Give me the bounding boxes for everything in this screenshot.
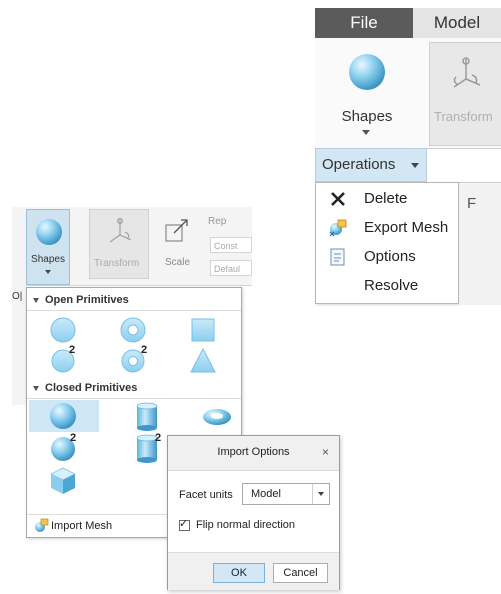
transform-button[interactable]: Transform <box>429 42 501 146</box>
collapse-triangle-icon <box>33 385 39 391</box>
badge: 2 <box>70 432 77 444</box>
divider <box>27 310 241 311</box>
disc-icon <box>51 349 75 373</box>
shapes-label: Shapes <box>341 108 393 125</box>
cancel-button[interactable]: Cancel <box>273 563 328 583</box>
sphere-icon <box>50 403 76 429</box>
ribbon-side-strip: F <box>459 182 501 305</box>
left-edge-strip: O| <box>12 285 26 405</box>
ok-button[interactable]: OK <box>213 563 265 583</box>
operations-label: Operations <box>322 156 396 173</box>
transform-label: Transform <box>434 109 493 124</box>
operations-menu: Delete Export Mesh Options Resolve <box>315 182 459 304</box>
sphere-icon <box>36 219 62 245</box>
shapes-button[interactable]: Shapes <box>317 42 417 146</box>
divider <box>27 398 241 399</box>
checkmark-icon: ✓ <box>179 518 189 530</box>
square-plane-icon <box>191 318 215 342</box>
transform-icon <box>453 57 481 88</box>
tab-model[interactable]: Model <box>413 8 501 38</box>
import-options-dialog: Import Options × Facet units Model ✓ Fli… <box>167 435 340 590</box>
gallery-item-ring[interactable] <box>113 314 153 346</box>
side-strip-label: F <box>467 195 477 212</box>
chevron-down-icon <box>362 130 370 135</box>
sphere-icon <box>51 437 75 461</box>
flip-normal-label[interactable]: Flip normal direction <box>196 519 295 531</box>
constraint-field[interactable]: Const <box>210 237 252 253</box>
operations-dropdown[interactable]: Operations <box>315 148 427 182</box>
import-mesh-icon <box>35 518 49 532</box>
gallery-item-cylinder-2[interactable]: 2 <box>127 432 167 464</box>
gallery-item-cube[interactable] <box>43 464 83 496</box>
gallery-item-cylinder[interactable] <box>127 400 167 432</box>
export-mesh-icon <box>329 219 347 237</box>
gallery-item-disc-2[interactable]: 2 <box>43 344 83 376</box>
section-label: Closed Primitives <box>45 382 138 394</box>
ribbon-toolbar: Shapes Transform <box>315 38 501 149</box>
operations-label-truncated: O| <box>12 291 23 302</box>
dialog-titlebar[interactable]: Import Options × <box>168 436 339 471</box>
options-icon <box>330 248 345 266</box>
transform-button[interactable]: Transform <box>89 209 149 279</box>
gallery-item-sphere[interactable] <box>29 400 99 432</box>
facet-units-label: Facet units <box>179 489 233 501</box>
dialog-footer: OK Cancel <box>168 552 339 590</box>
disc-icon <box>50 317 76 343</box>
facet-units-select[interactable]: Model <box>242 483 330 505</box>
shapes-button[interactable]: Shapes <box>26 209 70 285</box>
menu-item-options[interactable]: Options <box>316 243 460 272</box>
chevron-down-icon <box>318 492 324 496</box>
cube-icon <box>50 467 76 494</box>
chevron-down-icon <box>411 163 419 168</box>
ring-icon <box>120 317 146 343</box>
gallery-item-triangle[interactable] <box>183 344 223 376</box>
delete-x-icon <box>331 192 345 206</box>
facet-units-value: Model <box>251 488 281 500</box>
menu-item-label: Options <box>364 248 416 265</box>
tab-file[interactable]: File <box>315 8 413 38</box>
sphere-icon <box>349 54 385 90</box>
gallery-item-square[interactable] <box>183 314 223 346</box>
section-label: Open Primitives <box>45 294 129 306</box>
close-icon[interactable]: × <box>322 445 329 459</box>
gallery-item-sphere-2[interactable]: 2 <box>43 432 83 464</box>
gallery-item-torus[interactable] <box>197 400 237 432</box>
collapse-triangle-icon <box>33 297 39 303</box>
ribbon-panel-top: File Model Shapes Transform Operations D… <box>315 8 501 305</box>
ribbon-toolbar-small: Shapes Transform Scale Rep Const Defaul <box>12 207 252 286</box>
menu-item-label: Resolve <box>364 277 419 294</box>
cylinder-icon <box>136 402 158 431</box>
menu-item-label: Export Mesh <box>364 219 449 236</box>
import-mesh-label: Import Mesh <box>51 520 113 532</box>
gallery-item-ring-2[interactable]: 2 <box>113 344 153 376</box>
torus-icon <box>203 409 231 425</box>
scale-label: Scale <box>165 257 191 268</box>
default-field[interactable]: Defaul <box>210 260 252 276</box>
badge: 2 <box>141 344 148 356</box>
dialog-title: Import Options <box>217 446 290 458</box>
menu-item-delete[interactable]: Delete <box>316 185 460 214</box>
triangle-plane-icon <box>190 347 216 373</box>
badge: 2 <box>69 344 76 356</box>
badge: 2 <box>155 432 162 444</box>
transform-icon <box>109 217 132 243</box>
shapes-label: Shapes <box>31 254 65 265</box>
flip-normal-checkbox[interactable]: ✓ <box>179 518 190 531</box>
menu-item-export-mesh[interactable]: Export Mesh <box>316 214 460 243</box>
menu-item-resolve[interactable]: Resolve <box>316 272 460 301</box>
closed-primitives-header[interactable]: Closed Primitives <box>33 382 137 394</box>
scale-icon[interactable] <box>164 217 190 243</box>
open-primitives-header[interactable]: Open Primitives <box>33 294 129 306</box>
chevron-down-icon <box>45 270 51 274</box>
gallery-item-disc[interactable] <box>43 314 83 346</box>
replace-label[interactable]: Rep <box>208 216 226 227</box>
menu-item-label: Delete <box>364 190 408 207</box>
transform-label: Transform <box>94 258 140 269</box>
dropdown-button[interactable] <box>312 484 329 504</box>
